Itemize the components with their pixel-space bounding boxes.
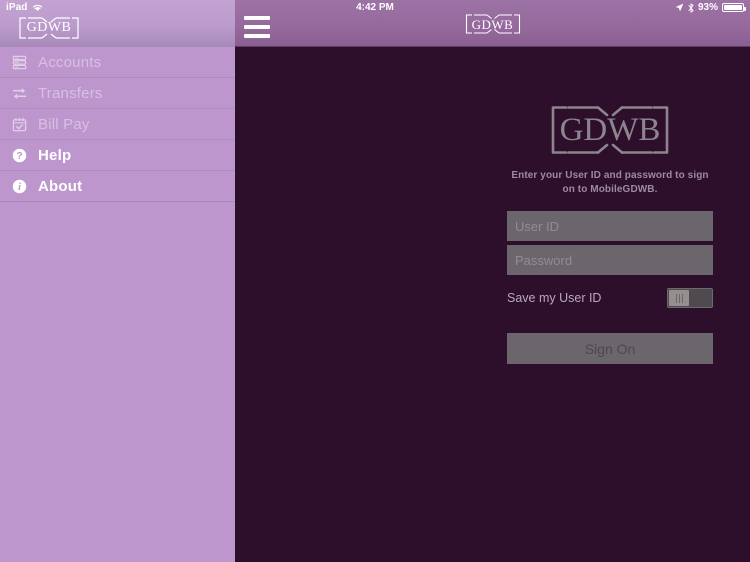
knob-grip-line bbox=[681, 293, 683, 303]
sidebar-item-label: Accounts bbox=[38, 53, 102, 71]
sidebar-item-about[interactable]: i About bbox=[0, 171, 235, 202]
login-instructions: Enter your User ID and password to sign … bbox=[511, 170, 709, 195]
sidebar-item-label: Bill Pay bbox=[38, 115, 90, 133]
sidebar-item-label: About bbox=[38, 177, 83, 195]
sign-on-button[interactable]: Sign On bbox=[507, 333, 713, 364]
user-id-input[interactable] bbox=[507, 211, 713, 241]
svg-text:?: ? bbox=[16, 151, 22, 162]
save-user-id-row: Save my User ID bbox=[507, 287, 713, 309]
hamburger-bar bbox=[244, 34, 270, 38]
sidebar-menu: Accounts Transfers Bill Pay ? Help i Abo… bbox=[0, 47, 235, 202]
app-root: GDWB Accounts Transfers Bill Pay ? Help … bbox=[0, 0, 750, 562]
navbar-logo: GDWB bbox=[465, 14, 521, 34]
sidebar-header: GDWB bbox=[0, 0, 235, 47]
knob-grip-line bbox=[678, 293, 680, 303]
sidebar-item-accounts[interactable]: Accounts bbox=[0, 47, 235, 78]
hamburger-bar bbox=[244, 25, 270, 29]
save-user-id-label: Save my User ID bbox=[507, 291, 602, 305]
hamburger-menu-icon[interactable] bbox=[244, 16, 270, 38]
accounts-icon bbox=[8, 55, 30, 70]
brand-logo-text: GDWB bbox=[559, 111, 661, 148]
sidebar-item-label: Help bbox=[38, 146, 72, 164]
knob-grip-line bbox=[675, 293, 677, 303]
sidebar: GDWB Accounts Transfers Bill Pay ? Help … bbox=[0, 0, 235, 562]
svg-text:i: i bbox=[18, 182, 21, 193]
main-layout: GDWB Accounts Transfers Bill Pay ? Help … bbox=[0, 0, 750, 562]
password-input[interactable] bbox=[507, 245, 713, 275]
info-circle-icon: i bbox=[8, 179, 30, 194]
calendar-check-icon bbox=[8, 117, 30, 132]
sidebar-item-bill-pay[interactable]: Bill Pay bbox=[0, 109, 235, 140]
sidebar-item-transfers[interactable]: Transfers bbox=[0, 78, 235, 109]
save-user-id-toggle[interactable] bbox=[667, 288, 713, 308]
sidebar-item-label: Transfers bbox=[38, 84, 103, 102]
sidebar-logo-text: GDWB bbox=[26, 20, 72, 35]
navbar: GDWB bbox=[235, 0, 750, 47]
sidebar-logo: GDWB bbox=[18, 17, 80, 39]
login-form: GDWB Enter your User ID and password to … bbox=[507, 105, 713, 364]
main-panel: GDWB GDWB Enter your User ID and passwor… bbox=[235, 0, 750, 562]
question-circle-icon: ? bbox=[8, 148, 30, 163]
hamburger-bar bbox=[244, 16, 270, 20]
toggle-knob bbox=[669, 290, 689, 306]
transfers-icon bbox=[8, 86, 30, 101]
sidebar-item-help[interactable]: ? Help bbox=[0, 140, 235, 171]
brand-logo: GDWB bbox=[507, 105, 713, 155]
navbar-logo-text: GDWB bbox=[471, 16, 514, 32]
